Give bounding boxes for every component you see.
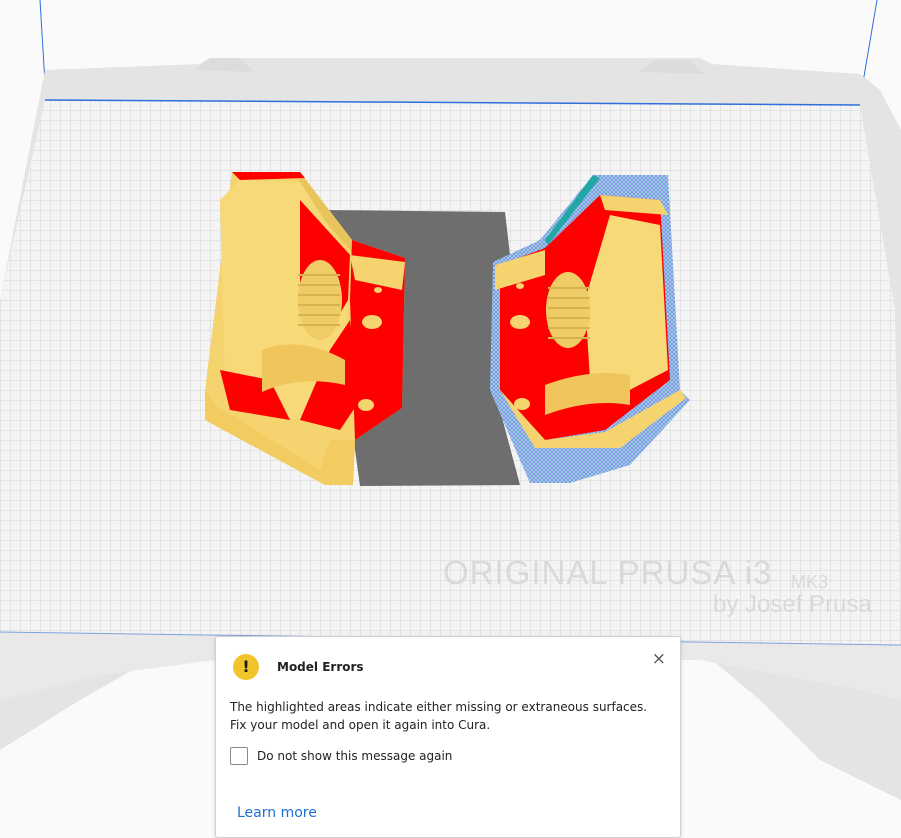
exclamation-icon: ! [233,654,259,680]
model-errors-dialog: ! Model Errors × The highlighted areas i… [215,636,681,838]
dialog-title: Model Errors [277,660,364,674]
dont-show-again-option[interactable]: Do not show this message again [230,747,452,765]
learn-more-link[interactable]: Learn more [237,805,317,821]
dont-show-again-checkbox[interactable] [230,747,248,765]
dialog-message-line-2: Fix your model and open it again into Cu… [230,718,491,732]
dialog-message-line-1: The highlighted areas indicate either mi… [230,700,648,714]
dialog-message: The highlighted areas indicate either mi… [230,698,670,734]
close-button[interactable]: × [652,649,666,669]
dont-show-again-label: Do not show this message again [257,749,453,763]
